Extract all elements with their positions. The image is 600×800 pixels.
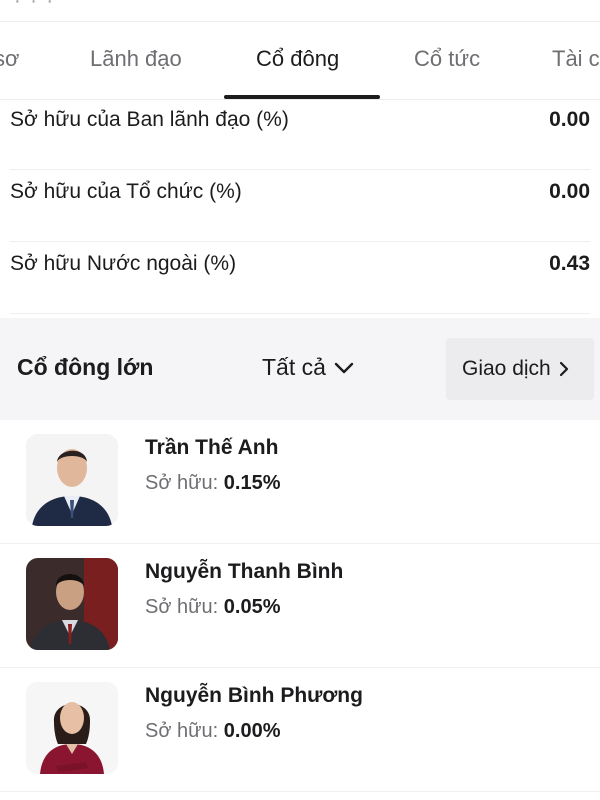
chevron-down-icon [334, 362, 354, 373]
ownership-value: 0.00% [223, 720, 281, 742]
shareholder-item[interactable]: Nguyễn Bình Phương Sở hữu: 0.00% [0, 668, 600, 792]
filter-label: Tất cả [262, 354, 326, 380]
transactions-label: Giao dịch [462, 357, 551, 380]
ownership-row-institution: Sở hữu của Tổ chức (%) 0.00 [10, 170, 590, 242]
ownership-value: 0.43 [549, 252, 590, 275]
person-photo-icon [26, 558, 118, 650]
shareholder-ownership: Sở hữu: 0.15% [145, 472, 280, 495]
ownership-label: Sở hữu: [145, 472, 219, 494]
tab-profile[interactable]: sơ [0, 46, 19, 72]
ownership-label: Sở hữu: [145, 596, 219, 618]
tab-dividends[interactable]: Cổ tức [414, 46, 480, 72]
ownership-label: Sở hữu của Ban lãnh đạo (%) [10, 108, 289, 131]
chevron-right-icon [559, 361, 568, 377]
major-shareholders-header: Cổ đông lớn Tất cả Giao dịch [0, 318, 600, 420]
tab-shareholders[interactable]: Cổ đông [256, 46, 339, 72]
filter-dropdown[interactable]: Tất cả [262, 354, 354, 381]
avatar [26, 434, 118, 526]
ownership-row-management: Sở hữu của Ban lãnh đạo (%) 0.00 [10, 98, 590, 170]
ownership-value: 0.15% [223, 472, 281, 494]
top-cut-header: · · · [0, 0, 600, 22]
shareholder-name: Nguyễn Bình Phương [145, 684, 363, 707]
ownership-value: 0.00 [549, 180, 590, 203]
avatar [26, 558, 118, 650]
shareholder-name: Nguyễn Thanh Bình [145, 560, 344, 583]
avatar [26, 682, 118, 774]
tab-leadership[interactable]: Lãnh đạo [90, 46, 182, 72]
section-title: Cổ đông lớn [17, 354, 154, 380]
ownership-label: Sở hữu của Tổ chức (%) [10, 180, 242, 203]
cut-off-text: · · · [14, 0, 56, 12]
shareholder-ownership: Sở hữu: 0.00% [145, 720, 280, 743]
ownership-value: 0.00 [549, 108, 590, 131]
ownership-label: Sở hữu Nước ngoài (%) [10, 252, 237, 275]
tab-bar: sơ Lãnh đạo Cổ đông Cổ tức Tài c [0, 22, 600, 100]
ownership-label: Sở hữu: [145, 720, 219, 742]
shareholder-ownership: Sở hữu: 0.05% [145, 596, 280, 619]
shareholder-item[interactable]: Trần Thế Anh Sở hữu: 0.15% [0, 420, 600, 544]
transactions-button[interactable]: Giao dịch [446, 338, 594, 400]
tab-financials[interactable]: Tài c [552, 46, 600, 72]
person-photo-icon [26, 682, 118, 774]
shareholder-name: Trần Thế Anh [145, 436, 279, 459]
shareholder-item[interactable]: Nguyễn Thanh Bình Sở hữu: 0.05% [0, 544, 600, 668]
person-photo-icon [26, 434, 118, 526]
ownership-row-foreign: Sở hữu Nước ngoài (%) 0.43 [10, 242, 590, 314]
ownership-value: 0.05% [223, 596, 281, 618]
